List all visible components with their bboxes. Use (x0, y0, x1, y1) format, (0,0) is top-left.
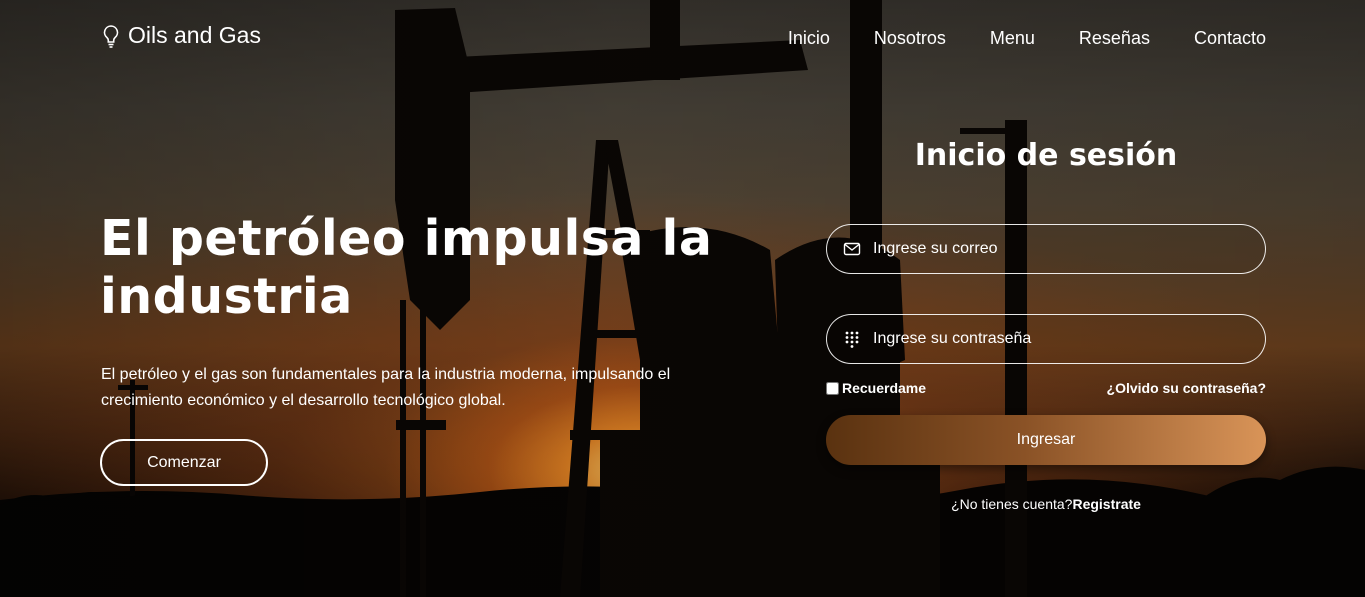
password-input[interactable] (873, 330, 1265, 348)
logo[interactable]: Oils and Gas (102, 22, 261, 49)
forgot-password-link[interactable]: ¿Olvido su contraseña? (1107, 380, 1266, 396)
start-button[interactable]: Comenzar (100, 439, 268, 486)
remember-label: Recuerdame (842, 380, 927, 396)
register-link[interactable]: Registrate (1072, 496, 1140, 512)
nav-item-nosotros[interactable]: Nosotros (874, 28, 946, 49)
envelope-icon (843, 242, 861, 256)
login-button[interactable]: Ingresar (826, 415, 1266, 465)
nav-item-resenas[interactable]: Reseñas (1079, 28, 1150, 49)
remember-checkbox[interactable] (826, 381, 839, 395)
keypad-icon (845, 331, 859, 348)
signup-text: ¿No tienes cuenta? (951, 496, 1073, 512)
nav-item-inicio[interactable]: Inicio (788, 28, 830, 49)
nav-item-menu[interactable]: Menu (990, 28, 1035, 49)
signup-prompt: ¿No tienes cuenta?Registrate (826, 496, 1266, 512)
remember-me[interactable]: Recuerdame (826, 380, 926, 396)
email-field[interactable] (826, 224, 1266, 274)
lightbulb-icon (103, 24, 119, 48)
login-title: Inicio de sesión (914, 138, 1178, 173)
hero-title: El petróleo impulsa la industria (100, 210, 713, 325)
hero-description: El petróleo y el gas son fundamentales p… (101, 366, 671, 409)
main-nav: Inicio Nosotros Menu Reseñas Contacto (788, 28, 1266, 49)
nav-item-contacto[interactable]: Contacto (1194, 28, 1266, 49)
logo-text: Oils and Gas (128, 22, 261, 48)
password-field[interactable] (826, 314, 1266, 364)
email-input[interactable] (873, 240, 1265, 258)
